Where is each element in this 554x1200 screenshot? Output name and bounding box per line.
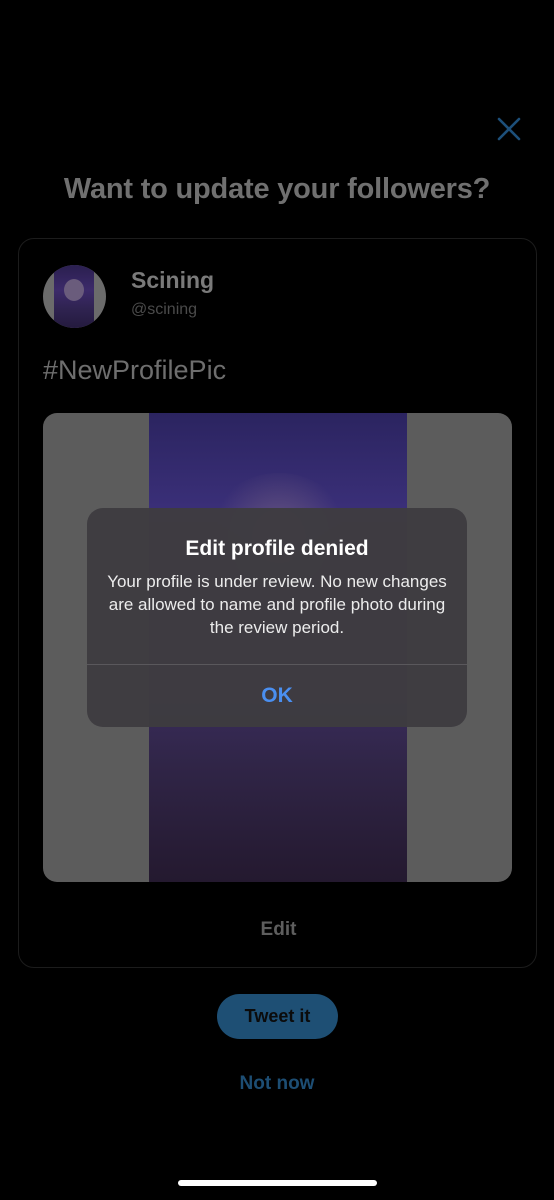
user-handle: @scining [131, 301, 198, 318]
close-icon [497, 117, 521, 141]
alert-ok-button[interactable]: OK [87, 665, 467, 727]
avatar-face [64, 279, 84, 301]
alert-title: Edit profile denied [185, 537, 369, 560]
screen: Want to update your followers? Scining @… [0, 0, 554, 1200]
sheet-headline: Want to update your followers? [63, 173, 491, 205]
alert-message: Your profile is under review. No new cha… [107, 572, 447, 637]
display-name: Scining [131, 267, 215, 293]
tweet-it-button[interactable]: Tweet it [217, 994, 338, 1039]
tweet-text: #NewProfilePic [43, 355, 227, 385]
close-button[interactable] [492, 112, 526, 146]
avatar [43, 265, 106, 328]
edit-button[interactable]: Edit [19, 919, 538, 941]
home-indicator[interactable] [178, 1180, 377, 1186]
not-now-button[interactable]: Not now [0, 1073, 554, 1095]
alert-dialog: Edit profile denied Your profile is unde… [87, 508, 467, 727]
